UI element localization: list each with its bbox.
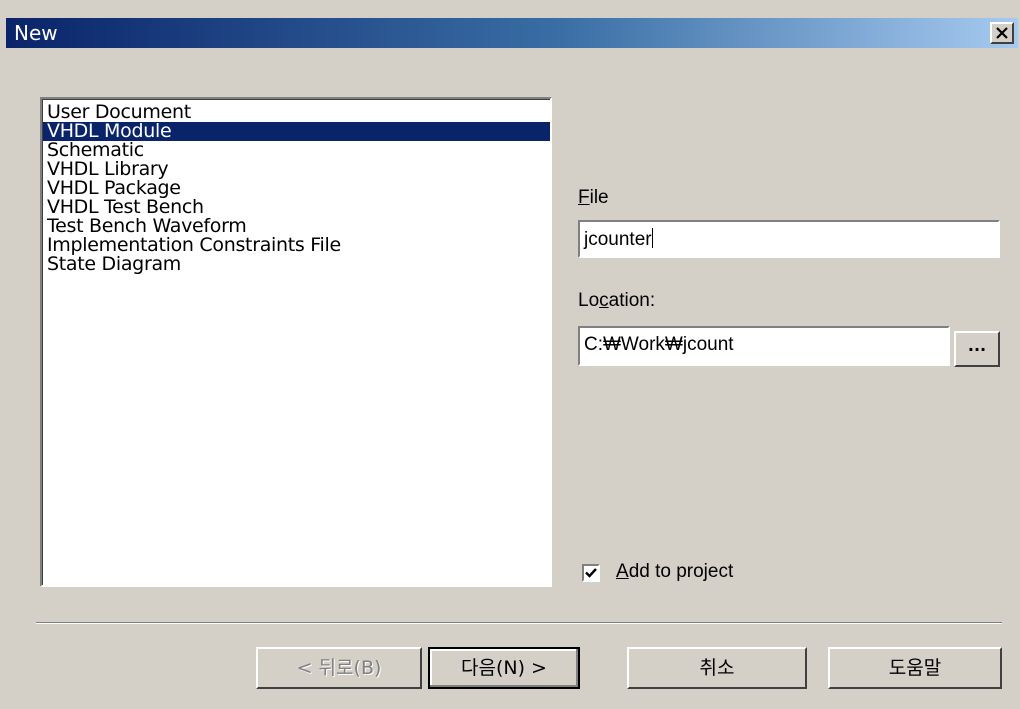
back-button: < 뒤로(B) bbox=[256, 647, 422, 689]
title-bar[interactable]: New bbox=[6, 18, 1018, 48]
separator bbox=[36, 622, 1002, 624]
close-button[interactable] bbox=[990, 22, 1014, 44]
source-type-list[interactable]: User Document VHDL Module Schematic VHDL… bbox=[40, 97, 552, 587]
window-title: New bbox=[14, 21, 58, 45]
location-input[interactable]: C:₩Work₩jcount bbox=[578, 326, 950, 366]
close-icon bbox=[996, 27, 1008, 39]
browse-button[interactable]: ... bbox=[954, 331, 1000, 367]
list-item-state-diagram[interactable]: State Diagram bbox=[43, 255, 550, 274]
new-source-dialog: New User Document VHDL Module Schematic … bbox=[0, 0, 1020, 709]
checkmark-icon bbox=[585, 568, 597, 578]
location-label: Location: bbox=[578, 290, 656, 311]
help-button[interactable]: 도움말 bbox=[828, 647, 1002, 689]
add-to-project-label[interactable]: Add to project bbox=[616, 561, 733, 583]
file-name-input[interactable]: jcounter bbox=[578, 220, 1000, 258]
add-to-project-checkbox[interactable] bbox=[582, 564, 600, 582]
cancel-button[interactable]: 취소 bbox=[627, 647, 807, 689]
next-button[interactable]: 다음(N) > bbox=[428, 647, 580, 689]
text-caret bbox=[651, 228, 653, 248]
file-label: File bbox=[578, 187, 609, 208]
